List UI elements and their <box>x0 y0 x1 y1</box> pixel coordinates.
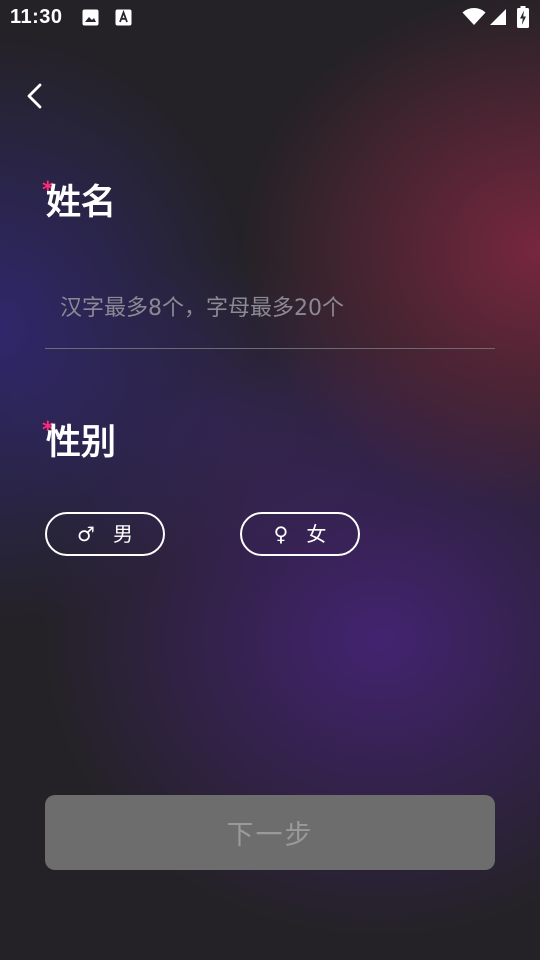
battery-charging-icon <box>517 6 529 28</box>
name-title-text: 姓名 <box>46 183 117 223</box>
signal-icon <box>490 9 506 25</box>
input-underline <box>45 348 495 349</box>
female-button[interactable]: ♀ 女 <box>240 512 360 556</box>
name-input[interactable] <box>46 280 495 336</box>
next-button[interactable]: 下一步 <box>45 795 495 870</box>
status-bar: 11:30 <box>0 0 540 36</box>
male-button[interactable]: ♂ 男 <box>45 512 165 556</box>
gender-title-text: 性别 <box>46 423 117 463</box>
name-title: * 姓名 <box>42 180 117 223</box>
a-icon <box>115 9 132 26</box>
status-time: 11:30 <box>10 6 63 28</box>
female-icon: ♀ <box>273 522 289 546</box>
male-label: 男 <box>112 522 133 546</box>
female-label: 女 <box>306 522 327 546</box>
male-icon: ♂ <box>77 522 95 546</box>
chevron-left-icon <box>27 83 42 109</box>
wifi-icon <box>462 8 486 25</box>
gender-title: * 性别 <box>42 420 117 463</box>
image-icon <box>82 9 99 26</box>
back-button[interactable] <box>20 78 52 114</box>
